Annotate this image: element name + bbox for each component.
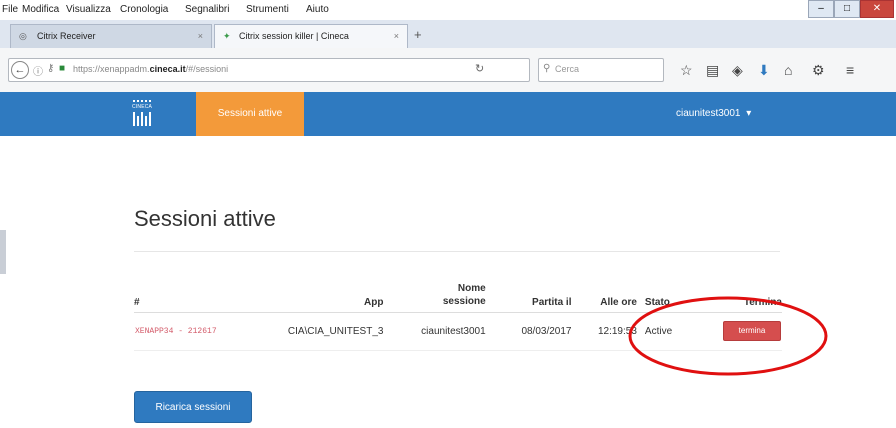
session-name: ciaunitest3001 xyxy=(421,325,486,337)
user-name: ciaunitest3001 xyxy=(676,108,741,119)
session-started: 08/03/2017 xyxy=(521,325,572,337)
reload-icon[interactable]: ↻ xyxy=(475,62,484,75)
search-icon: ⚲ xyxy=(543,63,551,74)
menu-cronologia[interactable]: Cronologia xyxy=(120,4,168,15)
tab-citrix-receiver[interactable]: ◎ Citrix Receiver × xyxy=(10,24,212,48)
cineca-logo[interactable]: CINECA xyxy=(132,98,154,130)
url-text[interactable]: https://xenappadm.cineca.it/#/sessioni xyxy=(73,64,228,74)
key-icon: ⚷ xyxy=(47,63,55,74)
close-icon[interactable]: × xyxy=(198,25,203,48)
close-window-button[interactable]: ✕ xyxy=(860,0,894,18)
hamburger-menu-icon[interactable]: ≡ xyxy=(846,62,854,78)
bookmark-star-icon[interactable]: ☆ xyxy=(680,62,693,79)
session-app: CIA\CIA_UNITEST_3 xyxy=(287,325,384,337)
menu-segnalibri[interactable]: Segnalibri xyxy=(185,4,229,15)
title-divider xyxy=(134,251,780,252)
session-id: XENAPP34 - 212617 xyxy=(135,326,217,336)
reload-sessions-button[interactable]: Ricarica sessioni xyxy=(134,391,252,423)
header-app: App xyxy=(364,296,384,308)
header-started: Partita il xyxy=(532,296,572,308)
pocket-icon[interactable]: ◈ xyxy=(732,62,743,79)
header-id: # xyxy=(134,296,140,308)
menu-modifica[interactable]: Modifica xyxy=(22,4,59,15)
page-title: Sessioni attive xyxy=(134,206,276,231)
menu-aiuto[interactable]: Aiuto xyxy=(306,4,329,15)
back-arrow-icon[interactable]: ← xyxy=(11,61,29,79)
header-session-name: Nome sessione xyxy=(387,276,489,312)
minimize-button[interactable]: – xyxy=(808,0,834,18)
url-bar[interactable]: ← ⓘ ⚷ ■ https://xenappadm.cineca.it/#/se… xyxy=(8,58,530,82)
tab-bar: ◎ Citrix Receiver × ✦ Citrix session kil… xyxy=(0,20,896,49)
extension-icon[interactable]: ⚙ xyxy=(812,62,825,79)
maximize-button[interactable]: □ xyxy=(834,0,860,18)
tab-sessioni-attive[interactable]: Sessioni attive xyxy=(196,92,304,136)
annotation-circle xyxy=(628,296,828,376)
left-edge-tab xyxy=(0,230,6,274)
menu-visualizza[interactable]: Visualizza xyxy=(66,4,111,15)
globe-icon: ◎ xyxy=(19,31,27,41)
favicon-icon: ✦ xyxy=(223,31,231,41)
info-icon[interactable]: ⓘ xyxy=(33,63,43,78)
close-icon[interactable]: × xyxy=(394,25,399,48)
menubar: File Modifica Visualizza Cronologia Segn… xyxy=(0,0,896,20)
search-placeholder: Cerca xyxy=(555,64,580,74)
download-icon[interactable]: ⬇ xyxy=(758,62,770,79)
home-icon[interactable]: ⌂ xyxy=(784,62,792,78)
app-navbar: CINECA Sessioni attive ciaunitest3001 ▾ xyxy=(0,92,896,136)
new-tab-button[interactable]: + xyxy=(414,27,422,42)
header-session-name-line2: sessione xyxy=(442,295,486,307)
tab-citrix-session-killer[interactable]: ✦ Citrix session killer | Cineca × xyxy=(214,24,408,48)
user-menu[interactable]: ciaunitest3001 ▾ xyxy=(676,92,751,136)
navigation-bar: ← ⓘ ⚷ ■ https://xenappadm.cineca.it/#/se… xyxy=(0,48,896,93)
header-session-name-line1: Nome xyxy=(457,282,486,294)
logo-text: CINECA xyxy=(132,104,153,110)
menu-strumenti[interactable]: Strumenti xyxy=(246,4,289,15)
menu-file[interactable]: File xyxy=(2,4,18,15)
tab-label: Citrix session killer | Cineca xyxy=(239,31,349,41)
lock-icon: ■ xyxy=(59,63,66,74)
chevron-down-icon: ▾ xyxy=(746,108,752,119)
cineca-logo-graphic xyxy=(133,100,151,126)
reading-list-icon[interactable]: ▤ xyxy=(706,62,719,79)
tab-label: Citrix Receiver xyxy=(37,31,96,41)
search-field[interactable]: ⚲ Cerca xyxy=(538,58,664,82)
